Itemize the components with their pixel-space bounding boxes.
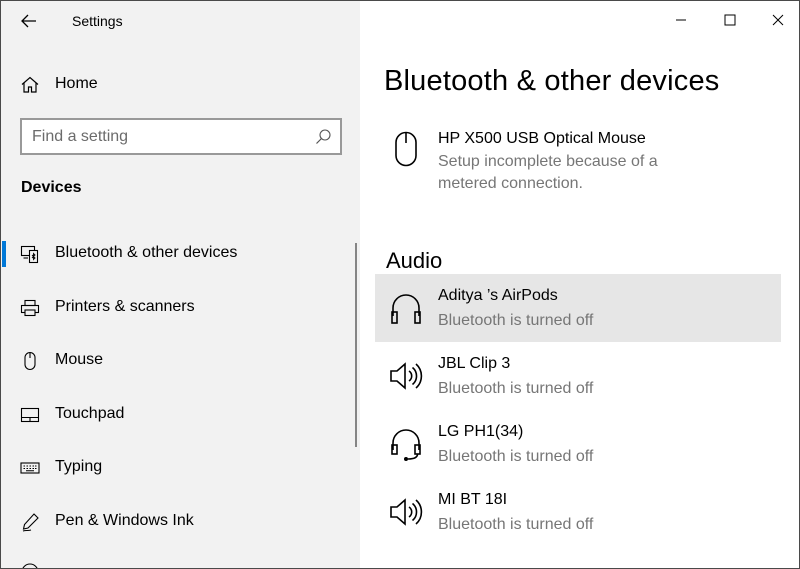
sidebar-item-touchpad[interactable]: Touchpad [1, 393, 356, 437]
home-icon [20, 75, 40, 95]
back-button[interactable] [15, 7, 43, 35]
speaker-icon [388, 358, 424, 394]
section-heading-audio: Audio [386, 248, 443, 273]
section-heading-devices: Devices [21, 179, 82, 196]
sidebar: Settings Home Devices [1, 1, 360, 568]
sidebar-item-label: Touchpad [55, 405, 125, 422]
headphones-icon [388, 290, 424, 326]
device-name: Aditya ’s AirPods [438, 287, 558, 304]
device-name: HP X500 USB Optical Mouse [438, 130, 646, 147]
device-mi-bt[interactable]: MI BT 18I Bluetooth is turned off [375, 478, 781, 546]
device-status: metered connection. [438, 175, 583, 192]
device-status: Bluetooth is turned off [438, 516, 594, 533]
page-title: Bluetooth & other devices [384, 65, 720, 97]
device-status: Setup incomplete because of a [438, 153, 658, 170]
search-icon[interactable] [314, 128, 332, 146]
device-hp-mouse[interactable]: HP X500 USB Optical Mouse Setup incomple… [375, 117, 781, 207]
device-status: Bluetooth is turned off [438, 380, 594, 397]
keyboard-icon [20, 458, 40, 478]
close-button[interactable] [755, 5, 799, 35]
minimize-icon [676, 19, 686, 21]
settings-window: Settings Home Devices [0, 0, 800, 569]
sidebar-scrollbar[interactable] [355, 243, 357, 447]
sidebar-item-label: Typing [55, 458, 103, 475]
maximize-icon [724, 14, 736, 26]
device-name: MI BT 18I [438, 491, 508, 508]
sidebar-item-label: Pen & Windows Ink [55, 512, 194, 529]
maximize-button[interactable] [707, 5, 753, 35]
device-lg-ph1[interactable]: LG PH1(34) Bluetooth is turned off [375, 410, 781, 478]
device-airpods[interactable]: Aditya ’s AirPods Bluetooth is turned of… [375, 274, 781, 342]
sidebar-item-pen[interactable]: Pen & Windows Ink [1, 500, 356, 544]
sidebar-item-label: Mouse [55, 351, 104, 368]
sidebar-item-printers[interactable]: Printers & scanners [1, 286, 356, 330]
device-status: Bluetooth is turned off [438, 312, 594, 329]
touchpad-icon [20, 405, 40, 425]
app-title: Settings [72, 13, 123, 29]
search-box[interactable] [20, 118, 342, 155]
main-panel: Bluetooth & other devices HP X500 USB Op… [360, 1, 799, 568]
sidebar-item-bluetooth[interactable]: Bluetooth & other devices [1, 232, 356, 276]
device-name: LG PH1(34) [438, 423, 524, 440]
close-icon [772, 14, 784, 26]
autoplay-icon [20, 562, 40, 568]
sidebar-item-mouse[interactable]: Mouse [1, 339, 356, 383]
sidebar-item-typing[interactable]: Typing [1, 446, 356, 490]
mouse-icon [388, 131, 424, 167]
bluetooth-devices-icon [20, 244, 40, 264]
speaker-icon [388, 494, 424, 530]
sidebar-item-label: Bluetooth & other devices [55, 244, 238, 261]
device-name: JBL Clip 3 [438, 355, 511, 372]
mouse-icon [20, 351, 40, 371]
device-jbl-clip[interactable]: JBL Clip 3 Bluetooth is turned off [375, 342, 781, 410]
headset-icon [388, 426, 424, 462]
back-arrow-icon [21, 14, 36, 28]
minimize-button[interactable] [658, 5, 704, 35]
sidebar-item-label: Home [55, 75, 98, 92]
pen-icon [20, 512, 40, 532]
sidebar-item-label: Printers & scanners [55, 298, 195, 315]
search-input[interactable] [32, 127, 302, 147]
sidebar-item-home[interactable]: Home [1, 65, 360, 105]
printer-icon [20, 298, 40, 318]
device-status: Bluetooth is turned off [438, 448, 594, 465]
